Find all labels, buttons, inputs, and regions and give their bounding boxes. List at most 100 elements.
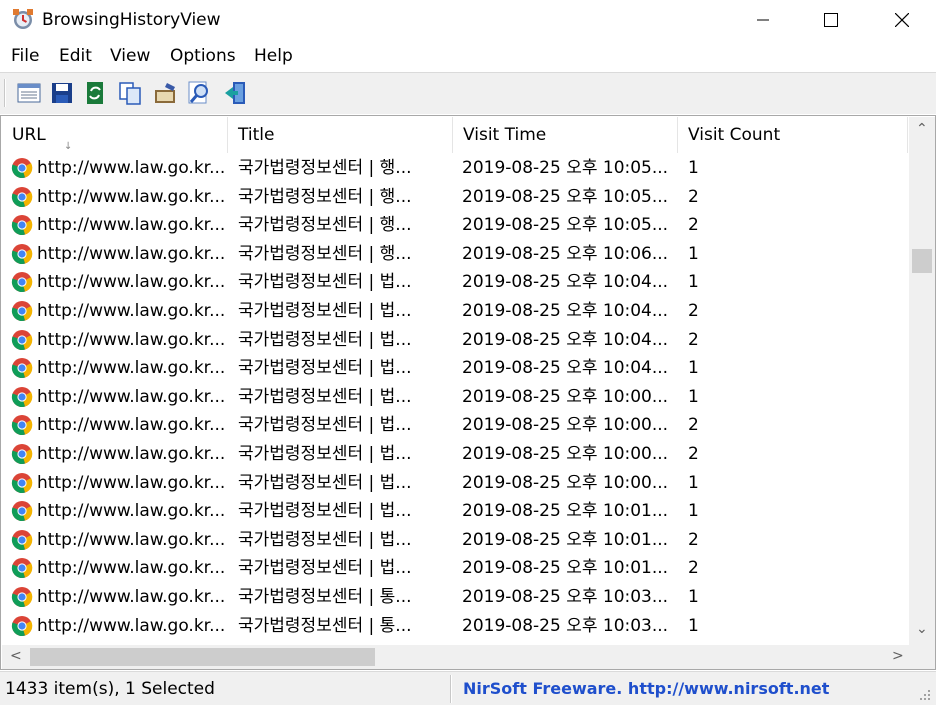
vertical-scrollbar[interactable]: ⌃ ⌄ xyxy=(909,117,935,645)
table-row[interactable]: http://www.law.go.kr... 국가법령정보센터 | 통... 20… xyxy=(2,612,908,641)
toolbar-grip xyxy=(4,79,6,107)
title-bar: BrowsingHistoryView xyxy=(0,0,936,40)
window-title: BrowsingHistoryView xyxy=(42,10,221,30)
cell-visit-time: 2019-08-25 오후 10:06... xyxy=(462,243,669,264)
chrome-icon xyxy=(11,472,33,493)
table-row[interactable]: http://www.law.go.kr... 국가법령정보센터 | 법... 20… xyxy=(2,526,908,555)
table-row[interactable]: http://www.law.go.kr... 국가법령정보센터 | 행... 20… xyxy=(2,183,908,212)
cell-url: http://www.law.go.kr... xyxy=(37,415,225,436)
cell-visit-time: 2019-08-25 오후 10:04... xyxy=(462,329,669,350)
table-row[interactable]: http://www.law.go.kr... 국가법령정보센터 | 법... 20… xyxy=(2,326,908,355)
scroll-left-icon[interactable]: < xyxy=(10,648,22,664)
scroll-up-icon[interactable]: ⌃ xyxy=(916,121,928,137)
cell-title: 국가법령정보센터 | 법... xyxy=(238,358,412,379)
refresh-icon[interactable] xyxy=(83,81,107,105)
scroll-right-icon[interactable]: > xyxy=(892,648,904,664)
menu-view[interactable]: View xyxy=(110,46,150,66)
cell-visit-count: 1 xyxy=(688,272,699,293)
table-row[interactable]: http://www.law.go.kr... 국가법령정보센터 | 법... 20… xyxy=(2,383,908,412)
cell-visit-time: 2019-08-25 오후 10:05... xyxy=(462,215,669,236)
cell-visit-time: 2019-08-25 오후 10:00... xyxy=(462,472,669,493)
cell-visit-time: 2019-08-25 오후 10:01... xyxy=(462,558,669,579)
copy-icon[interactable] xyxy=(118,81,142,105)
cell-visit-time: 2019-08-25 오후 10:01... xyxy=(462,529,669,550)
menu-help[interactable]: Help xyxy=(254,46,293,66)
cell-url: http://www.law.go.kr... xyxy=(37,472,225,493)
table-row[interactable]: http://www.law.go.kr... 국가법령정보센터 | 행... 20… xyxy=(2,211,908,240)
cell-visit-count: 2 xyxy=(688,444,699,464)
chrome-icon xyxy=(11,158,33,179)
save-icon[interactable] xyxy=(50,81,74,105)
table-row[interactable]: http://www.law.go.kr... 국가법령정보센터 | 행... 20… xyxy=(2,240,908,269)
cell-visit-time: 2019-08-25 오후 10:04... xyxy=(462,358,669,379)
cell-url: http://www.law.go.kr... xyxy=(37,615,225,636)
chrome-icon xyxy=(11,558,33,579)
column-url-label: URL xyxy=(12,125,46,145)
maximize-button[interactable] xyxy=(808,0,854,40)
options-icon[interactable] xyxy=(153,81,177,105)
history-list[interactable]: URL ↓ Title Visit Time Visit Count http:… xyxy=(0,115,936,670)
cell-visit-time: 2019-08-25 오후 10:04... xyxy=(462,301,669,321)
table-row[interactable]: http://www.law.go.kr... 국가법령정보센터 | 법... 20… xyxy=(2,554,908,583)
cell-url: http://www.law.go.kr... xyxy=(37,215,225,236)
column-visit-count[interactable]: Visit Count xyxy=(678,117,908,153)
table-row[interactable]: http://www.law.go.kr... 국가법령정보센터 | 법... 20… xyxy=(2,440,908,469)
chrome-icon xyxy=(11,215,33,236)
menu-file[interactable]: File xyxy=(11,46,39,66)
table-row[interactable]: http://www.law.go.kr... 국가법령정보센터 | 법... 20… xyxy=(2,411,908,440)
scroll-down-icon[interactable]: ⌄ xyxy=(916,621,928,637)
table-row[interactable]: http://www.law.go.kr... 국가법령정보센터 | 통... 20… xyxy=(2,583,908,612)
chrome-icon xyxy=(11,329,33,350)
exit-icon[interactable] xyxy=(224,81,248,105)
properties-icon[interactable] xyxy=(17,81,41,105)
sort-ascending-icon: ↓ xyxy=(64,141,73,152)
column-url[interactable]: URL ↓ xyxy=(2,117,228,153)
cell-visit-count: 1 xyxy=(688,587,699,607)
cell-visit-time: 2019-08-25 오후 10:03... xyxy=(462,615,669,636)
close-button[interactable] xyxy=(879,0,925,40)
menu-edit[interactable]: Edit xyxy=(59,46,92,66)
chrome-icon xyxy=(11,615,33,636)
cell-visit-count: 1 xyxy=(688,358,699,379)
find-icon[interactable] xyxy=(188,81,212,105)
cell-url: http://www.law.go.kr... xyxy=(37,501,225,522)
table-row[interactable]: http://www.law.go.kr... 국가법령정보센터 | 법... 20… xyxy=(2,297,908,326)
menu-options[interactable]: Options xyxy=(170,46,236,66)
cell-title: 국가법령정보센터 | 법... xyxy=(238,415,412,436)
cell-visit-count: 1 xyxy=(688,615,699,636)
resize-grip-icon[interactable] xyxy=(918,688,932,702)
column-header: URL ↓ Title Visit Time Visit Count xyxy=(2,117,908,153)
cell-title: 국가법령정보센터 | 법... xyxy=(238,529,412,550)
nirsoft-link[interactable]: NirSoft Freeware. http://www.nirsoft.net xyxy=(463,679,829,698)
cell-visit-count: 1 xyxy=(688,501,699,522)
cell-title: 국가법령정보센터 | 법... xyxy=(238,472,412,493)
cell-visit-count: 2 xyxy=(688,186,699,207)
cell-url: http://www.law.go.kr... xyxy=(37,158,225,178)
cell-title: 국가법령정보센터 | 법... xyxy=(238,301,412,321)
table-row[interactable]: http://www.law.go.kr... 국가법령정보센터 | 행... 20… xyxy=(2,154,908,183)
status-divider xyxy=(450,675,452,703)
cell-url: http://www.law.go.kr... xyxy=(37,243,225,264)
vertical-scroll-thumb[interactable] xyxy=(912,249,932,273)
table-row[interactable]: http://www.law.go.kr... 국가법령정보센터 | 법... 20… xyxy=(2,469,908,498)
column-title[interactable]: Title xyxy=(228,117,453,153)
cell-visit-count: 2 xyxy=(688,529,699,550)
item-count-status: 1433 item(s), 1 Selected xyxy=(5,679,215,699)
minimize-button[interactable] xyxy=(740,0,786,40)
table-row[interactable]: http://www.law.go.kr... 국가법령정보센터 | 법... 20… xyxy=(2,268,908,297)
list-rows: http://www.law.go.kr... 국가법령정보센터 | 행... 20… xyxy=(2,154,908,646)
cell-title: 국가법령정보센터 | 법... xyxy=(238,386,412,407)
cell-url: http://www.law.go.kr... xyxy=(37,444,225,464)
cell-title: 국가법령정보센터 | 법... xyxy=(238,558,412,579)
cell-visit-time: 2019-08-25 오후 10:00... xyxy=(462,444,669,464)
table-row[interactable]: http://www.law.go.kr... 국가법령정보센터 | 법... 20… xyxy=(2,354,908,383)
column-visit-time[interactable]: Visit Time xyxy=(453,117,678,153)
chrome-icon xyxy=(11,415,33,436)
horizontal-scroll-thumb[interactable] xyxy=(30,648,375,666)
chrome-icon xyxy=(11,358,33,379)
cell-visit-time: 2019-08-25 오후 10:05... xyxy=(462,186,669,207)
table-row[interactable]: http://www.law.go.kr... 국가법령정보센터 | 법... 20… xyxy=(2,497,908,526)
cell-title: 국가법령정보센터 | 법... xyxy=(238,272,412,293)
horizontal-scrollbar[interactable]: < > xyxy=(2,645,935,669)
menu-bar: File Edit View Options Help xyxy=(0,40,936,72)
